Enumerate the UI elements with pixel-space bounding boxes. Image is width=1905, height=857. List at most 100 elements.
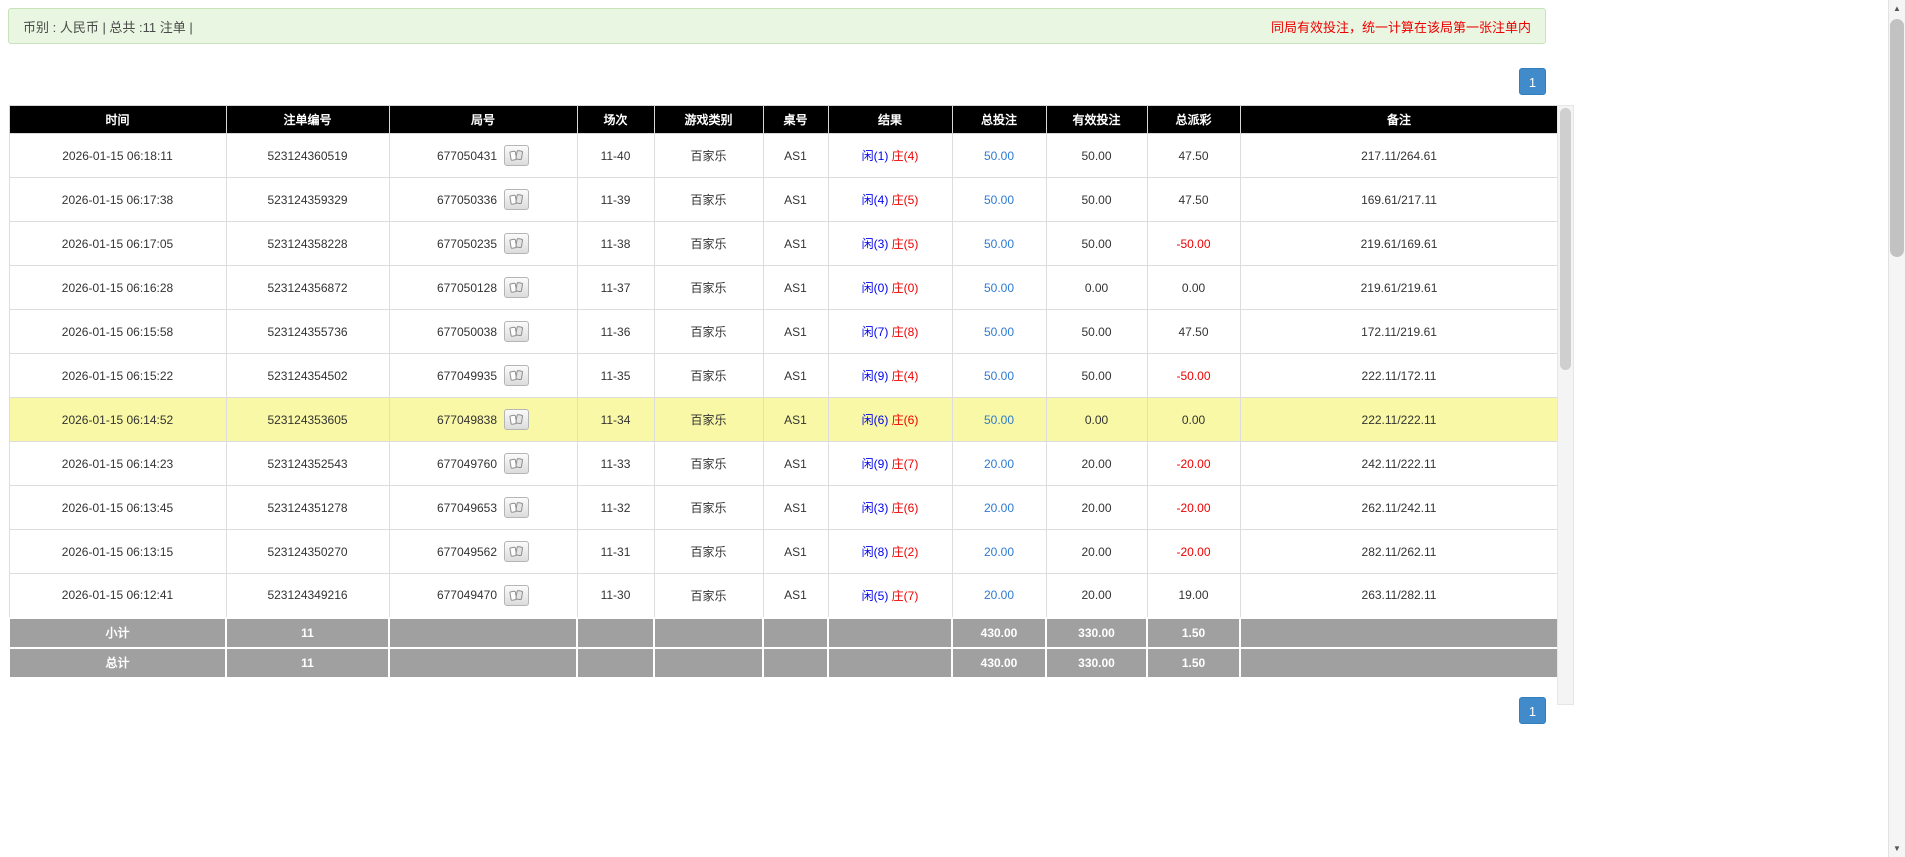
subtotal-row: 小计 11 430.00 330.00 1.50: [8, 616, 1559, 649]
game-type-cell: 百家乐: [653, 177, 764, 222]
view-cards-button[interactable]: [504, 409, 530, 430]
page-1-button-top[interactable]: 1: [1519, 68, 1546, 95]
table-no-cell: AS1: [762, 441, 829, 486]
payout-cell: 0.00: [1146, 397, 1241, 442]
payout-value: 0.00: [1181, 412, 1206, 427]
view-cards-button[interactable]: [504, 365, 530, 386]
round-cell: 677050431: [388, 133, 578, 178]
playing-cards-icon: [509, 238, 524, 249]
total-bet-link[interactable]: 50.00: [984, 193, 1014, 207]
table-scrollbar-thumb[interactable]: [1560, 108, 1571, 370]
currency-summary-text: 币别 : 人民币 | 总共 :11 注单 |: [23, 19, 193, 35]
payout-cell: 47.50: [1146, 309, 1241, 354]
view-cards-button[interactable]: [504, 189, 530, 210]
bet-id-cell: 523124356872: [225, 265, 390, 310]
view-cards-button[interactable]: [504, 321, 530, 342]
total-bet-link[interactable]: 50.00: [984, 369, 1014, 383]
view-cards-button[interactable]: [504, 541, 530, 562]
total-bet-cell: 20.00: [951, 573, 1047, 618]
banker-result: 庄(5): [891, 237, 919, 251]
payout-cell: -20.00: [1146, 529, 1241, 574]
result-cell: 闲(3) 庄(6): [827, 485, 953, 530]
total-bet-link[interactable]: 20.00: [984, 501, 1014, 515]
session-cell: 11-36: [576, 309, 655, 354]
total-bet-cell: 50.00: [951, 221, 1047, 266]
round-id: 677050336: [436, 192, 498, 207]
table-no-cell: AS1: [762, 397, 829, 442]
bet-id-cell: 523124358228: [225, 221, 390, 266]
player-result: 闲(4): [861, 193, 889, 207]
player-result: 闲(1): [861, 149, 889, 163]
remark-cell: 217.11/264.61: [1239, 133, 1559, 178]
column-header-table-no: 桌号: [762, 105, 829, 134]
round-id: 677049760: [436, 456, 498, 471]
column-header-remark: 备注: [1239, 105, 1559, 134]
total-label: 总计: [8, 646, 227, 679]
table-no-cell: AS1: [762, 485, 829, 530]
bet-id-cell: 523124352543: [225, 441, 390, 486]
empty-cell: [653, 616, 764, 649]
view-cards-button[interactable]: [504, 453, 530, 474]
total-bet-link[interactable]: 20.00: [984, 457, 1014, 471]
subtotal-total-bet: 430.00: [951, 616, 1047, 649]
playing-cards-icon: [509, 326, 524, 337]
empty-cell: [762, 616, 829, 649]
banker-result: 庄(7): [891, 588, 919, 603]
empty-cell: [827, 646, 953, 679]
view-cards-button[interactable]: [504, 233, 530, 254]
column-header-result: 结果: [827, 105, 953, 134]
page-1-button-bottom[interactable]: 1: [1519, 697, 1546, 724]
scroll-down-button[interactable]: ▼: [1889, 840, 1905, 857]
round-id: 677050128: [436, 280, 498, 295]
session-cell: 11-39: [576, 177, 655, 222]
scroll-up-button[interactable]: ▲: [1889, 0, 1905, 17]
valid-bet-cell: 0.00: [1045, 265, 1148, 310]
total-bet-cell: 20.00: [951, 529, 1047, 574]
payout-value: -50.00: [1176, 368, 1211, 383]
empty-cell: [388, 616, 578, 649]
time-cell: 2026-01-15 06:15:58: [8, 309, 227, 354]
valid-bet-cell: 20.00: [1045, 485, 1148, 530]
column-header-time: 时间: [8, 105, 227, 134]
time-cell: 2026-01-15 06:15:22: [8, 353, 227, 398]
total-bet-link[interactable]: 20.00: [984, 588, 1014, 602]
total-bet-link[interactable]: 50.00: [984, 237, 1014, 251]
round-cell: 677050235: [388, 221, 578, 266]
player-result: 闲(3): [861, 237, 889, 251]
page-scrollbar-thumb[interactable]: [1890, 19, 1904, 257]
time-cell: 2026-01-15 06:14:52: [8, 397, 227, 442]
bet-table-wrap: 时间 注单编号 局号 场次 游戏类别 桌号 结果 总投注 有效投注 总派彩 备注…: [8, 105, 1559, 679]
round-cell: 677049562: [388, 529, 578, 574]
table-no-cell: AS1: [762, 573, 829, 618]
banker-result: 庄(6): [891, 413, 919, 427]
total-bet-link[interactable]: 50.00: [984, 281, 1014, 295]
banker-result: 庄(6): [891, 501, 919, 515]
total-bet-cell: 50.00: [951, 133, 1047, 178]
bet-table: 时间 注单编号 局号 场次 游戏类别 桌号 结果 总投注 有效投注 总派彩 备注…: [8, 105, 1559, 679]
bet-id-cell: 523124351278: [225, 485, 390, 530]
view-cards-button[interactable]: [504, 145, 530, 166]
page-scrollbar[interactable]: ▲ ▼: [1888, 0, 1905, 857]
column-header-payout: 总派彩: [1146, 105, 1241, 134]
payout-value: -20.00: [1176, 456, 1211, 471]
round-id: 677049470: [436, 588, 498, 603]
time-cell: 2026-01-15 06:17:38: [8, 177, 227, 222]
result-cell: 闲(6) 庄(6): [827, 397, 953, 442]
round-cell: 677049470: [388, 573, 578, 618]
total-bet-link[interactable]: 50.00: [984, 325, 1014, 339]
total-bet-link[interactable]: 50.00: [984, 413, 1014, 427]
session-cell: 11-40: [576, 133, 655, 178]
total-bet-link[interactable]: 50.00: [984, 149, 1014, 163]
banker-result: 庄(8): [891, 325, 919, 339]
table-scrollbar[interactable]: [1557, 105, 1574, 705]
game-type-cell: 百家乐: [653, 265, 764, 310]
column-header-game-type: 游戏类别: [653, 105, 764, 134]
subtotal-payout: 1.50: [1146, 616, 1241, 649]
payout-value: 19.00: [1178, 588, 1209, 603]
playing-cards-icon: [509, 502, 524, 513]
pagination-top: 1: [8, 68, 1546, 95]
view-cards-button[interactable]: [504, 584, 530, 606]
view-cards-button[interactable]: [504, 277, 530, 298]
total-bet-link[interactable]: 20.00: [984, 545, 1014, 559]
view-cards-button[interactable]: [504, 497, 530, 518]
